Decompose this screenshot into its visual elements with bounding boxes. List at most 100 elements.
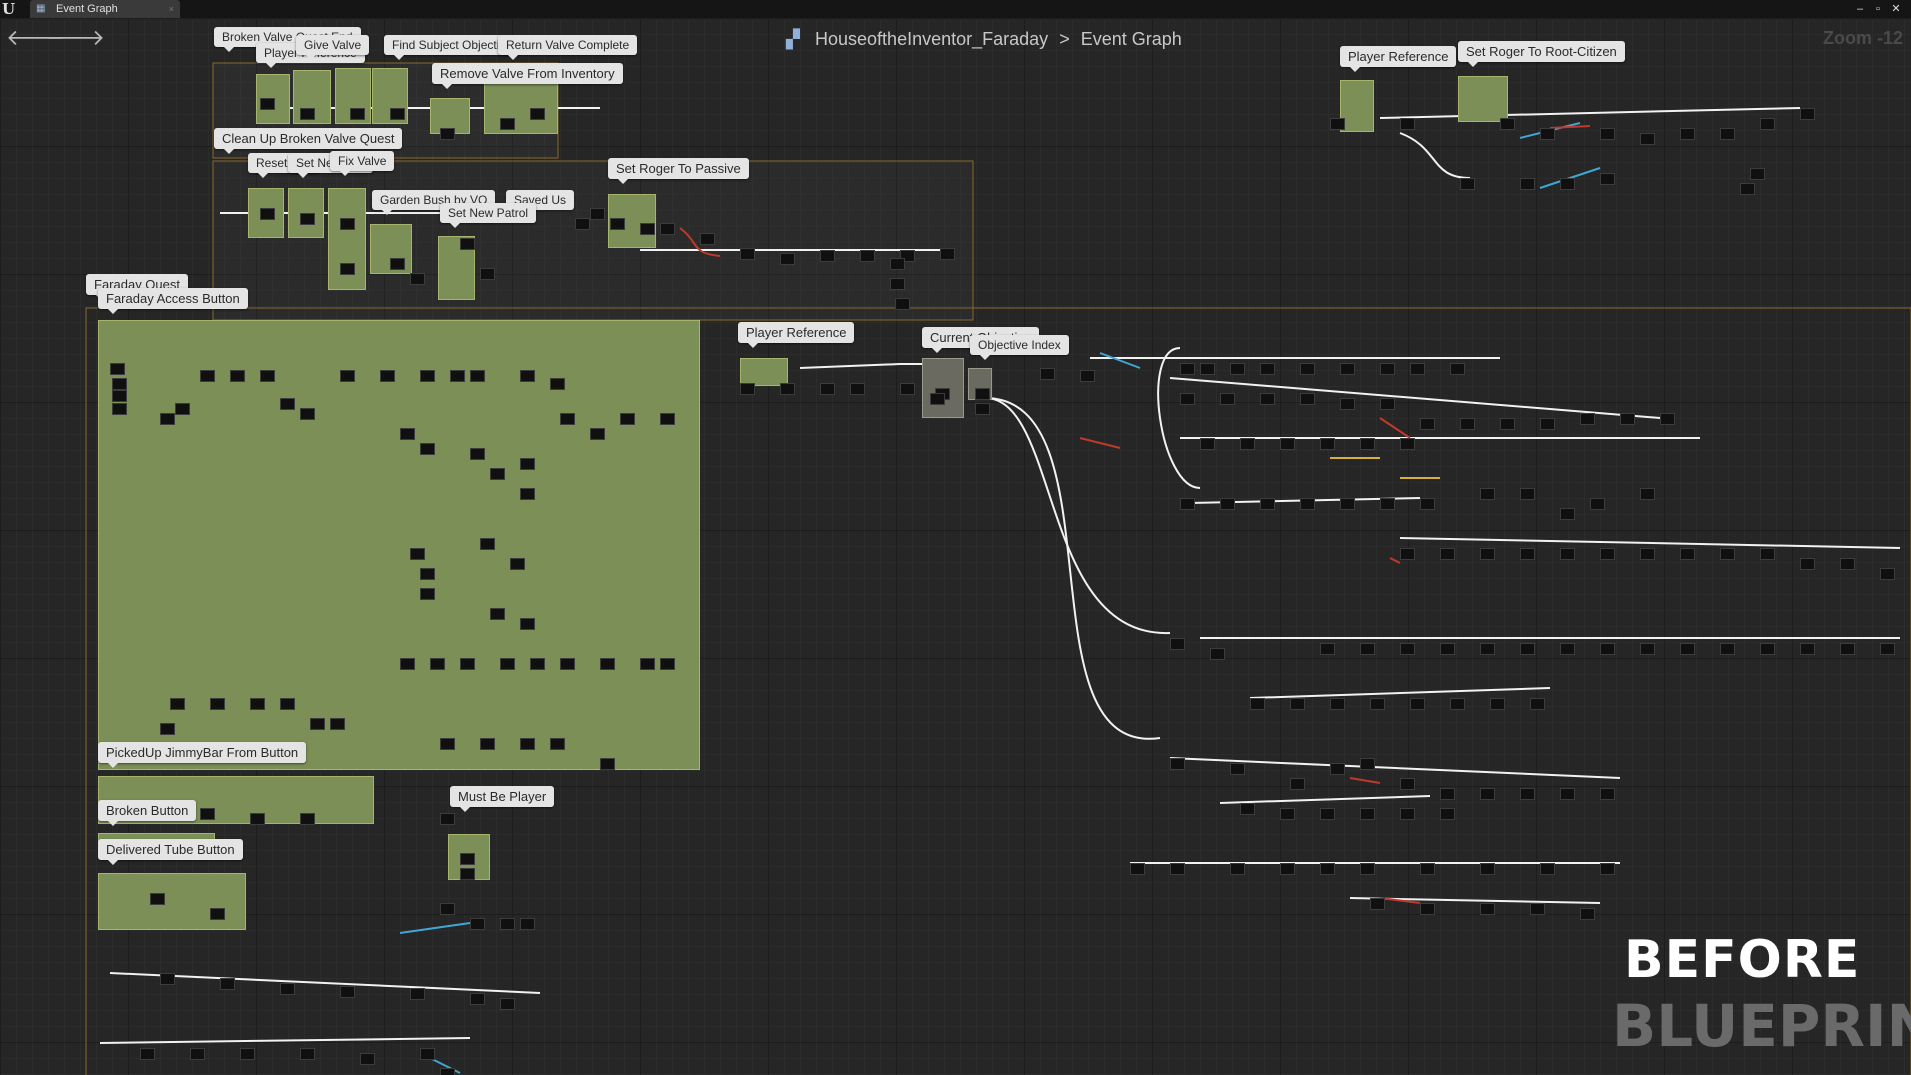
graph-node[interactable] — [1620, 413, 1635, 425]
graph-node[interactable] — [1540, 863, 1555, 875]
graph-node[interactable] — [1400, 438, 1415, 450]
graph-node[interactable] — [1600, 788, 1615, 800]
graph-node[interactable] — [1440, 643, 1455, 655]
graph-node[interactable] — [1520, 178, 1535, 190]
graph-node[interactable] — [550, 378, 565, 390]
graph-node[interactable] — [1640, 548, 1655, 560]
comment-set-new-patrol[interactable]: Set New Patrol — [440, 203, 537, 228]
graph-node[interactable] — [480, 738, 495, 750]
graph-node[interactable] — [360, 1053, 375, 1065]
graph-node[interactable] — [1720, 548, 1735, 560]
graph-node[interactable] — [1520, 643, 1535, 655]
graph-node[interactable] — [1180, 498, 1195, 510]
graph-node[interactable] — [560, 658, 575, 670]
graph-node[interactable] — [1590, 498, 1605, 510]
graph-node[interactable] — [1760, 118, 1775, 130]
graph-node[interactable] — [895, 298, 910, 310]
graph-node[interactable] — [1600, 548, 1615, 560]
graph-node[interactable] — [975, 388, 990, 400]
graph-node[interactable] — [1340, 398, 1355, 410]
graph-node[interactable] — [260, 370, 275, 382]
comment-broken-button[interactable]: Broken Button — [98, 800, 197, 826]
graph-node[interactable] — [280, 983, 295, 995]
graph-node[interactable] — [1500, 418, 1515, 430]
graph-node[interactable] — [590, 428, 605, 440]
graph-node[interactable] — [230, 370, 245, 382]
graph-node[interactable] — [1170, 758, 1185, 770]
graph-node[interactable] — [1600, 643, 1615, 655]
graph-node[interactable] — [1560, 178, 1575, 190]
graph-node[interactable] — [1540, 128, 1555, 140]
graph-node[interactable] — [1560, 508, 1575, 520]
graph-node[interactable] — [620, 413, 635, 425]
graph-node[interactable] — [420, 568, 435, 580]
graph-node[interactable] — [420, 1048, 435, 1060]
graph-node[interactable] — [1400, 808, 1415, 820]
graph-node[interactable] — [1200, 438, 1215, 450]
graph-node[interactable] — [1440, 808, 1455, 820]
graph-node[interactable] — [190, 1048, 205, 1060]
graph-node[interactable] — [440, 903, 455, 915]
graph-node[interactable] — [470, 448, 485, 460]
graph-node[interactable] — [1800, 643, 1815, 655]
graph-node[interactable] — [110, 363, 125, 375]
comment-give-valve[interactable]: Give Valve — [296, 35, 370, 60]
comment-delivered-tube-button[interactable]: Delivered Tube Button — [98, 839, 243, 865]
graph-node[interactable] — [1760, 548, 1775, 560]
graph-node[interactable] — [200, 370, 215, 382]
graph-node[interactable] — [350, 108, 365, 120]
graph-node[interactable] — [520, 458, 535, 470]
graph-node[interactable] — [1600, 173, 1615, 185]
graph-node[interactable] — [860, 250, 875, 262]
graph-node[interactable] — [440, 128, 455, 140]
graph-node[interactable] — [210, 908, 225, 920]
graph-node[interactable] — [1380, 398, 1395, 410]
graph-node[interactable] — [1300, 363, 1315, 375]
graph-node[interactable] — [700, 233, 715, 245]
arrow-left-icon[interactable]: 🡐 — [6, 26, 65, 50]
graph-node[interactable] — [550, 738, 565, 750]
graph-node[interactable] — [400, 658, 415, 670]
graph-node[interactable] — [510, 558, 525, 570]
breadcrumb-graph[interactable]: Event Graph — [1081, 29, 1182, 49]
graph-node[interactable] — [1200, 363, 1215, 375]
graph-node[interactable] — [390, 258, 405, 270]
graph-node[interactable] — [1180, 363, 1195, 375]
graph-node[interactable] — [1840, 643, 1855, 655]
arrow-right-icon[interactable]: 🡒 — [46, 26, 105, 50]
tab-close-icon[interactable]: × — [169, 0, 174, 18]
graph-node[interactable] — [1530, 903, 1545, 915]
graph-node[interactable] — [1540, 418, 1555, 430]
graph-node[interactable] — [260, 208, 275, 220]
graph-node[interactable] — [520, 370, 535, 382]
graph-node[interactable] — [1560, 643, 1575, 655]
comment-player-reference-top-right[interactable]: Player Reference — [1340, 46, 1457, 72]
graph-node[interactable] — [500, 658, 515, 670]
graph-node[interactable] — [1320, 808, 1335, 820]
graph-node[interactable] — [1740, 183, 1755, 195]
comment-set-roger-to-passive[interactable]: Set Roger To Passive — [608, 158, 749, 184]
graph-node[interactable] — [1280, 808, 1295, 820]
graph-node[interactable] — [500, 998, 515, 1010]
graph-node[interactable] — [112, 403, 127, 415]
graph-node[interactable] — [520, 488, 535, 500]
graph-node[interactable] — [200, 808, 215, 820]
graph-node[interactable] — [975, 403, 990, 415]
comment-objective-index[interactable]: Objective Index — [970, 335, 1069, 360]
graph-node[interactable] — [1480, 863, 1495, 875]
graph-node[interactable] — [500, 118, 515, 130]
graph-node[interactable] — [740, 248, 755, 260]
graph-node[interactable] — [1230, 863, 1245, 875]
graph-node[interactable] — [1360, 863, 1375, 875]
graph-node[interactable] — [1480, 488, 1495, 500]
graph-node[interactable] — [1420, 498, 1435, 510]
graph-node[interactable] — [1360, 643, 1375, 655]
graph-node[interactable] — [820, 383, 835, 395]
graph-node[interactable] — [1440, 788, 1455, 800]
comment-set-roger-to-root-citizen[interactable]: Set Roger To Root-Citizen — [1458, 41, 1625, 67]
graph-node[interactable] — [1230, 763, 1245, 775]
graph-node[interactable] — [420, 588, 435, 600]
comment-pickedup-jimmybar-from-button[interactable]: PickedUp JimmyBar From Button — [98, 742, 307, 768]
graph-node[interactable] — [1560, 548, 1575, 560]
graph-node[interactable] — [1680, 643, 1695, 655]
